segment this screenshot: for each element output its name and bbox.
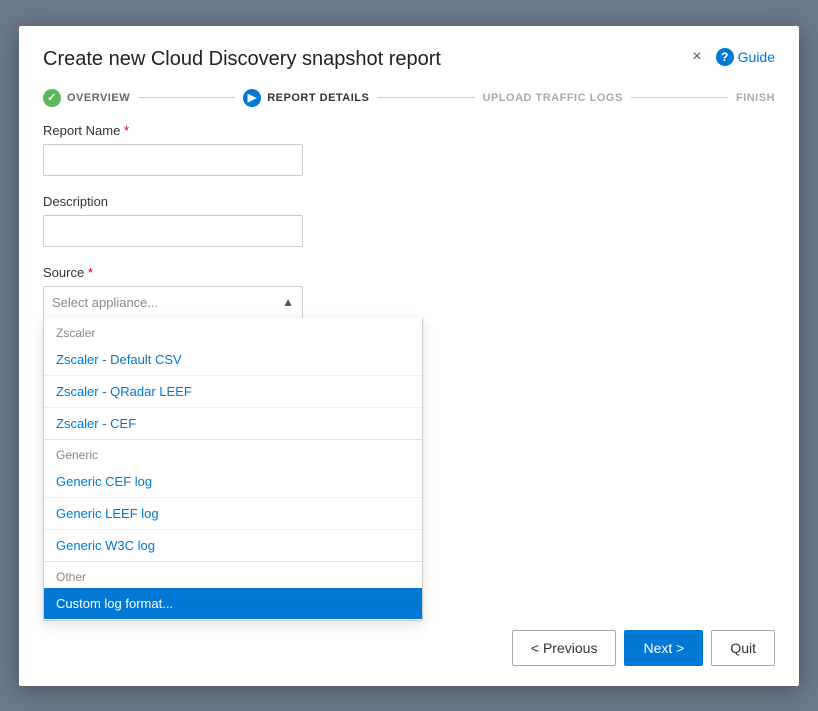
group-header-other: Other	[44, 562, 422, 588]
form-body: Report Name * Description Source * Selec…	[19, 123, 799, 614]
dropdown-arrow-icon: ▲	[282, 295, 294, 309]
step-report-details-label: REPORT DETAILS	[267, 92, 369, 104]
quit-button[interactable]: Quit	[711, 630, 775, 666]
dropdown-item-custom-log[interactable]: Custom log format...	[44, 588, 422, 620]
dropdown-item-generic-leef[interactable]: Generic LEEF log	[44, 498, 422, 530]
source-dropdown-trigger[interactable]: Select appliance... ▲	[43, 286, 303, 318]
report-name-input[interactable]	[43, 144, 303, 176]
dropdown-list: Zscaler Zscaler - Default CSV Zscaler - …	[43, 318, 423, 621]
modal-header: Create new Cloud Discovery snapshot repo…	[19, 26, 799, 81]
description-group: Description	[43, 194, 775, 247]
step-line-3	[631, 97, 728, 98]
next-button[interactable]: Next >	[624, 630, 703, 666]
report-name-required: *	[124, 123, 129, 138]
group-header-generic: Generic	[44, 440, 422, 466]
source-required: *	[88, 265, 93, 280]
guide-icon: ?	[716, 48, 734, 66]
step-line-1	[138, 97, 235, 98]
step-overview-label: OVERVIEW	[67, 92, 130, 104]
description-label: Description	[43, 194, 775, 209]
dropdown-item-zscaler-cef[interactable]: Zscaler - CEF	[44, 408, 422, 440]
modal-title: Create new Cloud Discovery snapshot repo…	[43, 48, 441, 71]
guide-label: Guide	[738, 49, 775, 65]
step-report-details-icon: ▶	[243, 89, 261, 107]
source-placeholder: Select appliance...	[52, 295, 158, 310]
dropdown-item-generic-cef[interactable]: Generic CEF log	[44, 466, 422, 498]
step-upload-label: UPLOAD TRAFFIC LOGS	[483, 92, 623, 104]
step-upload: UPLOAD TRAFFIC LOGS	[483, 92, 623, 104]
close-button[interactable]: ×	[692, 49, 701, 65]
dropdown-item-generic-w3c[interactable]: Generic W3C log	[44, 530, 422, 562]
guide-link[interactable]: ? Guide	[716, 48, 775, 66]
step-finish-label: FINISH	[736, 92, 775, 104]
steps-bar: ✓ OVERVIEW ▶ REPORT DETAILS UPLOAD TRAFF…	[19, 81, 799, 123]
previous-label: < Previous	[531, 640, 598, 656]
step-report-details: ▶ REPORT DETAILS	[243, 89, 369, 107]
source-label: Source *	[43, 265, 775, 280]
step-line-2	[377, 97, 474, 98]
dropdown-item-zscaler-qradar[interactable]: Zscaler - QRadar LEEF	[44, 376, 422, 408]
header-actions: × ? Guide	[692, 48, 775, 66]
report-name-group: Report Name *	[43, 123, 775, 176]
step-finish: FINISH	[736, 92, 775, 104]
previous-button[interactable]: < Previous	[512, 630, 617, 666]
description-input[interactable]	[43, 215, 303, 247]
next-label: Next >	[643, 640, 684, 656]
modal-footer: < Previous Next > Quit	[19, 614, 799, 666]
group-header-zscaler: Zscaler	[44, 318, 422, 344]
step-overview-icon: ✓	[43, 89, 61, 107]
step-overview: ✓ OVERVIEW	[43, 89, 130, 107]
modal-container: Create new Cloud Discovery snapshot repo…	[19, 26, 799, 686]
source-group: Source * Select appliance... ▲ Zscaler Z…	[43, 265, 775, 318]
quit-label: Quit	[730, 640, 756, 656]
source-dropdown-container: Select appliance... ▲ Zscaler Zscaler - …	[43, 286, 303, 318]
dropdown-item-zscaler-default-csv[interactable]: Zscaler - Default CSV	[44, 344, 422, 376]
report-name-label: Report Name *	[43, 123, 775, 138]
